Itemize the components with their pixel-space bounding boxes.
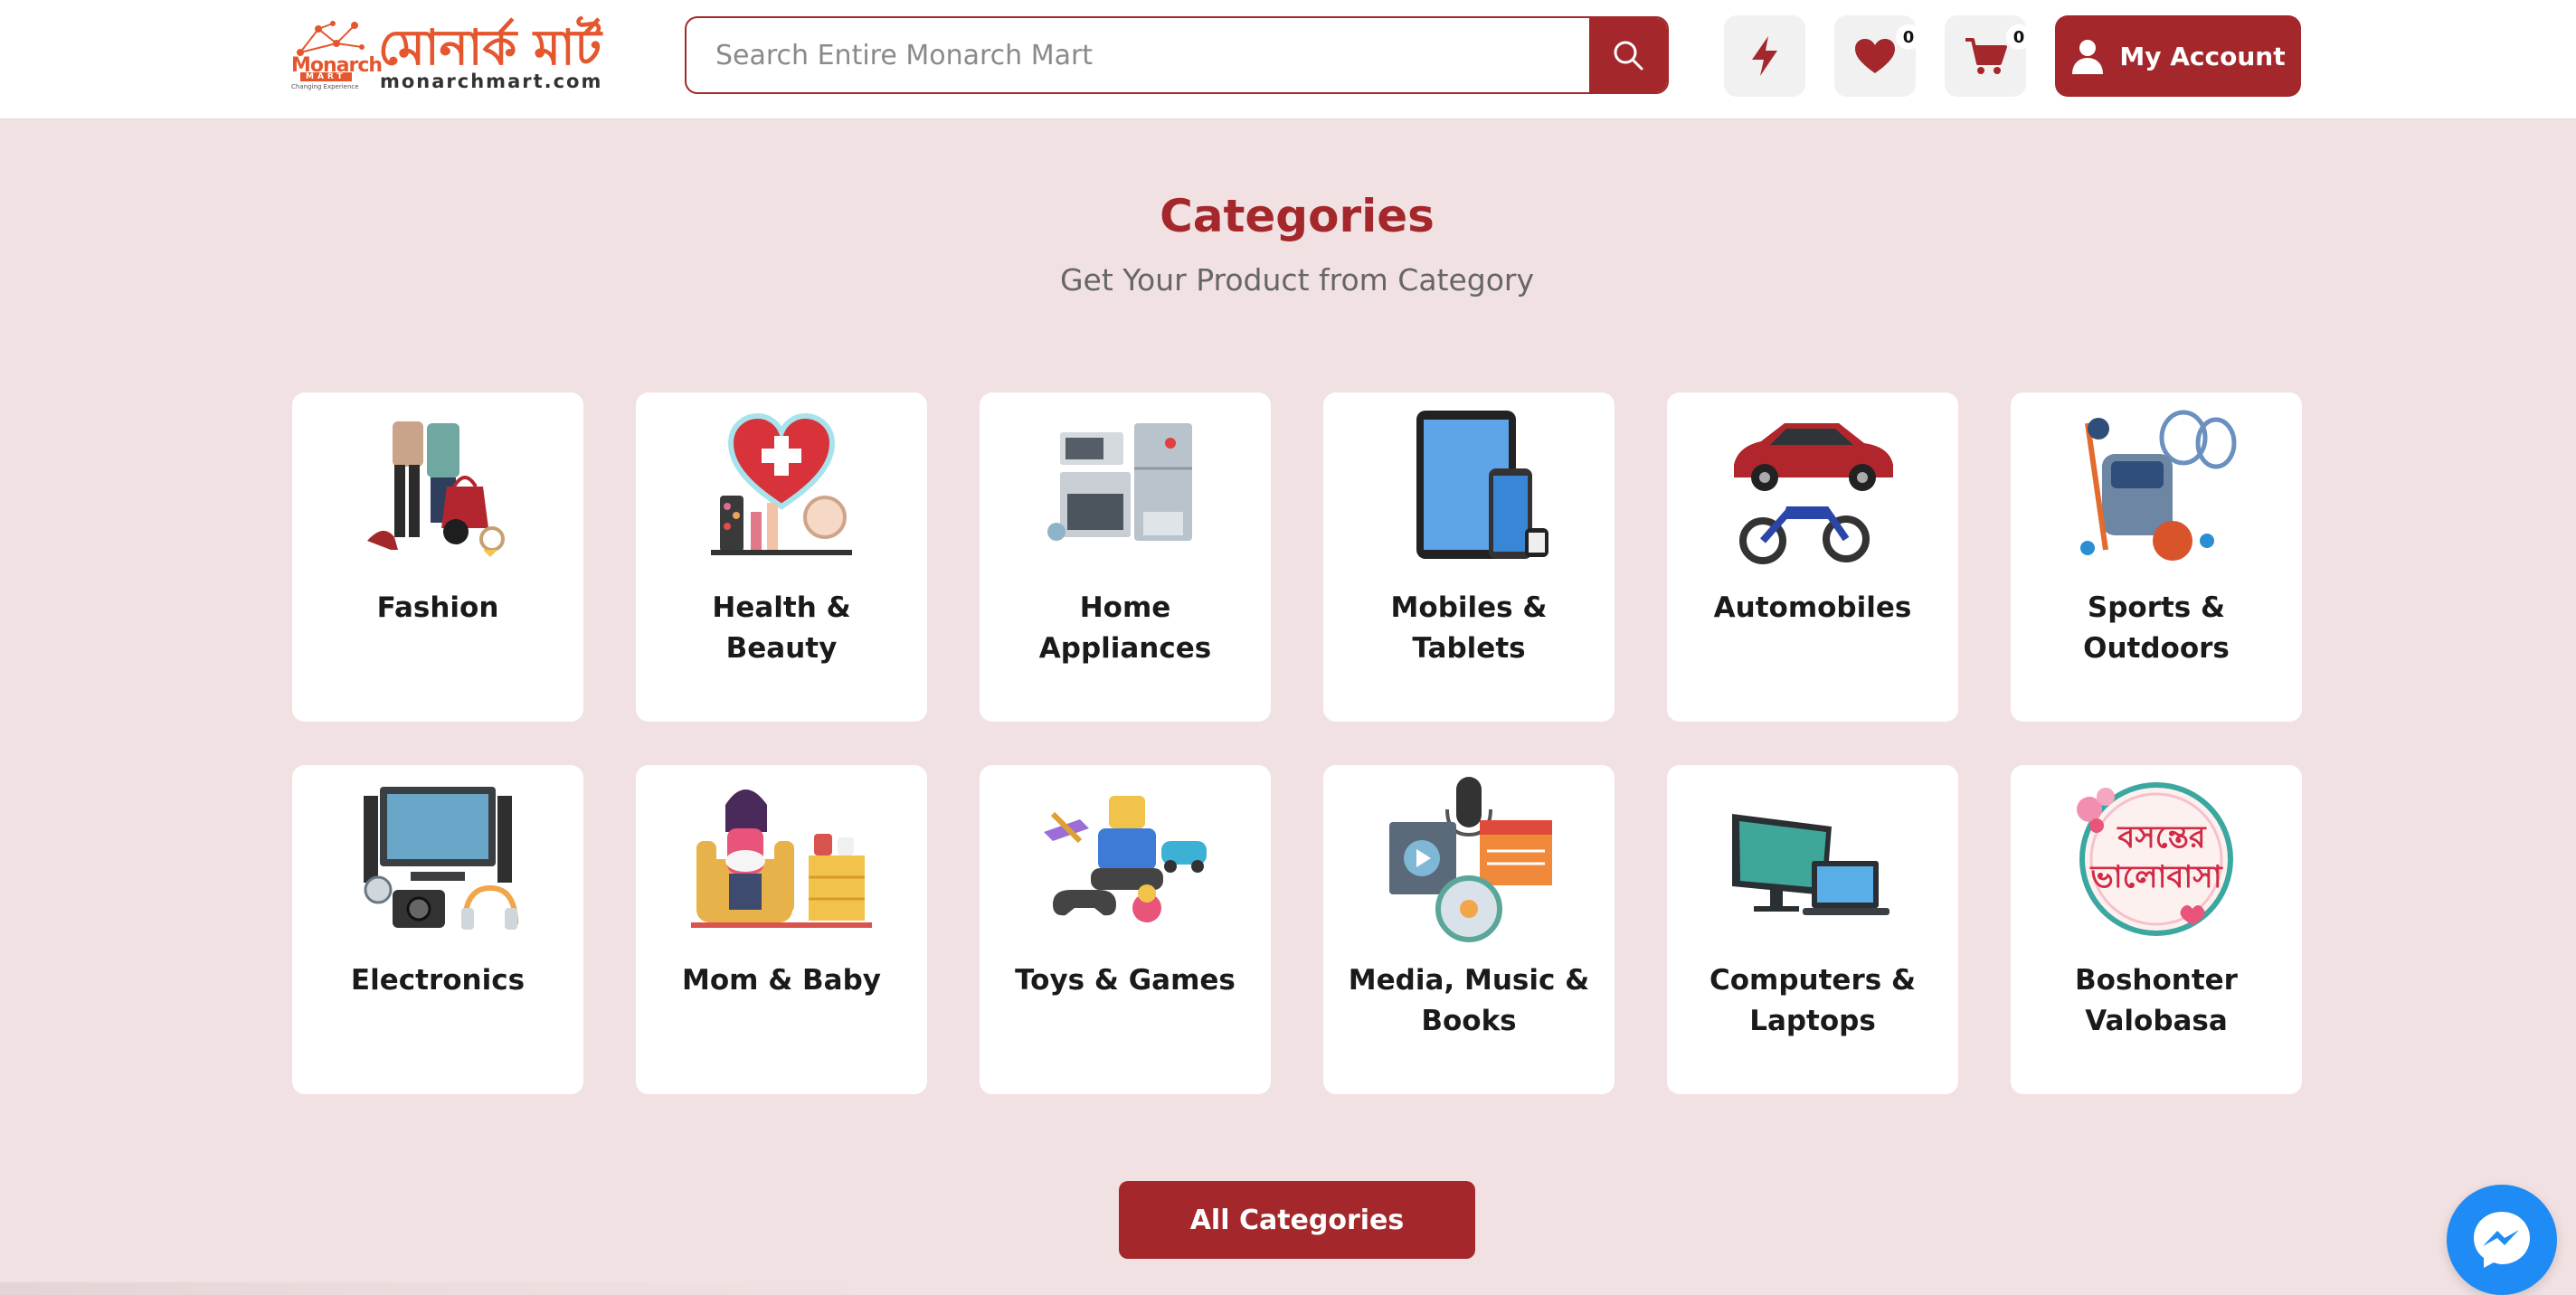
- category-card-computers-laptops[interactable]: Computers & Laptops: [1667, 765, 1958, 1094]
- category-label: Toys & Games: [1015, 964, 1236, 997]
- section-subtitle: Get Your Product from Category: [1059, 262, 1535, 298]
- logo-mark: Monarch MART Changing Experience: [291, 20, 383, 92]
- heart-icon: [1855, 39, 1895, 73]
- logo-network-icon: [297, 21, 365, 56]
- cart-button[interactable]: 0: [1945, 15, 2031, 97]
- my-account-button[interactable]: My Account: [2055, 15, 2301, 97]
- category-label: Computers & Laptops: [1709, 964, 1917, 1037]
- wishlist-button[interactable]: 0: [1834, 15, 1921, 97]
- category-label: Fashion: [376, 591, 499, 624]
- page-shadow: [0, 1282, 904, 1295]
- search-bar: [685, 16, 1669, 94]
- automobiles-icon: [1722, 405, 1903, 568]
- category-label: Media, Music & Books: [1348, 964, 1590, 1037]
- category-card-fashion[interactable]: Fashion: [292, 392, 583, 722]
- lightning-icon: [1752, 36, 1777, 76]
- home-appliances-icon: [1035, 405, 1216, 568]
- boshonter-valobasa-icon: বসন্তের ভালোবাসা: [2066, 778, 2247, 941]
- search-input[interactable]: [687, 18, 1649, 92]
- category-label: Electronics: [350, 964, 526, 997]
- monarch-mart-logo[interactable]: Monarch MART Changing Experience মোনার্ক…: [291, 20, 604, 92]
- messenger-chat-button[interactable]: [2447, 1185, 2557, 1295]
- category-card-sports-outdoors[interactable]: Sports & Outdoors: [2011, 392, 2302, 722]
- logo-mart-text: MART: [300, 72, 352, 81]
- category-card-health-beauty[interactable]: Health & Beauty: [636, 392, 927, 722]
- cart-icon: [1965, 38, 2007, 74]
- category-card-electronics[interactable]: Electronics: [292, 765, 583, 1094]
- svg-text:বসন্তের: বসন্তের: [2117, 819, 2206, 855]
- cart-count-badge: 0: [2006, 24, 2031, 50]
- wishlist-count-badge: 0: [1896, 24, 1921, 50]
- health-beauty-icon: [691, 405, 872, 568]
- category-label: Mom & Baby: [681, 964, 881, 997]
- computers-laptops-icon: [1722, 778, 1903, 941]
- messenger-icon: [2474, 1212, 2530, 1268]
- logo-tagline: Changing Experience: [291, 83, 359, 90]
- category-label: Mobiles & Tablets: [1390, 591, 1548, 665]
- category-label: Health & Beauty: [712, 591, 851, 665]
- logo-url: monarchmart.com: [380, 71, 603, 92]
- site-header: Monarch MART Changing Experience মোনার্ক…: [0, 0, 2576, 119]
- toys-games-icon: [1035, 778, 1216, 941]
- flash-deals-button[interactable]: [1724, 15, 1805, 97]
- category-card-automobiles[interactable]: Automobiles: [1667, 392, 1958, 722]
- category-card-mom-baby[interactable]: Mom & Baby: [636, 765, 927, 1094]
- category-card-boshonter-valobasa[interactable]: বসন্তের ভালোবাসা Boshonter Valobasa: [2011, 765, 2302, 1094]
- category-label: Sports & Outdoors: [2083, 591, 2230, 665]
- category-card-home-appliances[interactable]: Home Appliances: [980, 392, 1271, 722]
- category-card-mobiles-tablets[interactable]: Mobiles & Tablets: [1323, 392, 1615, 722]
- sports-outdoors-icon: [2066, 405, 2247, 568]
- fashion-icon: [347, 405, 528, 568]
- search-icon: [1614, 41, 1643, 71]
- mobiles-tablets-icon: [1378, 405, 1559, 568]
- all-categories-button[interactable]: All Categories: [1119, 1181, 1475, 1259]
- category-label: Home Appliances: [1038, 591, 1212, 665]
- category-card-toys-games[interactable]: Toys & Games: [980, 765, 1271, 1094]
- category-label: Boshonter Valobasa: [2075, 964, 2238, 1037]
- media-music-books-icon: [1378, 777, 1559, 942]
- svg-text:ভালোবাসা: ভালোবাসা: [2089, 859, 2222, 895]
- logo-bengali-name: মোনার্ক মার্ট: [378, 18, 602, 76]
- user-icon: [2072, 40, 2104, 74]
- electronics-icon: [347, 778, 528, 941]
- category-card-media-music-books[interactable]: Media, Music & Books: [1323, 765, 1615, 1094]
- my-account-label: My Account: [2119, 41, 2286, 71]
- section-title: Categories: [1160, 190, 1435, 242]
- category-label: Automobiles: [1713, 591, 1912, 624]
- search-button[interactable]: [1589, 18, 1667, 92]
- mom-baby-icon: [691, 778, 872, 941]
